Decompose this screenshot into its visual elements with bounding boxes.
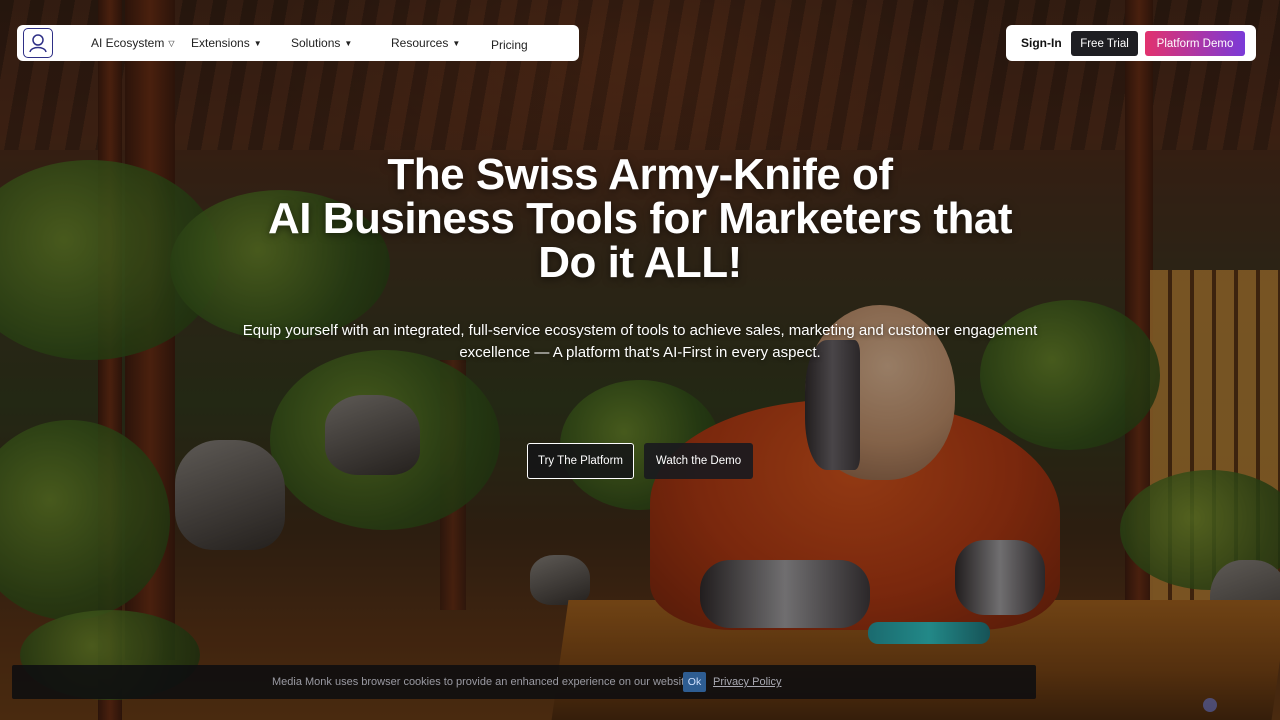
watch-demo-button[interactable]: Watch the Demo: [644, 443, 753, 479]
nav-item-label: Solutions: [291, 36, 341, 50]
try-platform-button[interactable]: Try The Platform: [527, 443, 634, 479]
nav-item-label: Pricing: [491, 38, 528, 52]
caret-down-icon: ▼: [452, 38, 461, 48]
main-navigation: AI Ecosystem ▽ Extensions ▼ Solutions ▼ …: [17, 25, 579, 61]
nav-item-ai-ecosystem[interactable]: AI Ecosystem ▽: [91, 25, 175, 61]
sign-in-link[interactable]: Sign-In: [1021, 25, 1062, 61]
cookie-consent-bar: Media Monk uses browser cookies to provi…: [12, 665, 1036, 699]
privacy-policy-link[interactable]: Privacy Policy: [713, 665, 781, 699]
nav-item-label: Extensions: [191, 36, 250, 50]
hero-title-line: The Swiss Army-Knife of: [387, 150, 893, 199]
nav-item-pricing[interactable]: Pricing: [491, 27, 528, 63]
cookie-notice-text: Media Monk uses browser cookies to provi…: [272, 676, 694, 688]
nav-item-solutions[interactable]: Solutions ▼: [291, 25, 352, 61]
platform-demo-button[interactable]: Platform Demo: [1145, 31, 1245, 56]
nav-item-label: Resources: [391, 36, 449, 50]
hero-subtitle-line: Equip yourself with an integrated, full-…: [242, 322, 1038, 339]
nav-item-resources[interactable]: Resources ▼: [391, 25, 460, 61]
hero-subtitle: Equip yourself with an integrated, full-…: [220, 320, 1060, 364]
caret-down-icon: ▼: [253, 38, 262, 48]
caret-down-icon: ▼: [344, 38, 353, 48]
hero-title: The Swiss Army-Knife of AI Business Tool…: [190, 153, 1090, 285]
hero-title-line: Do it ALL!: [538, 238, 742, 287]
nav-item-extensions[interactable]: Extensions ▼: [191, 25, 262, 61]
chevron-down-icon: ▽: [168, 38, 175, 48]
chat-widget-icon[interactable]: [1203, 698, 1217, 712]
cookie-accept-button[interactable]: Ok: [683, 672, 706, 692]
brand-logo-icon[interactable]: [23, 28, 53, 58]
hero-title-line: AI Business Tools for Marketers that: [267, 194, 1013, 243]
hero-subtitle-line: excellence — A platform that's AI-First …: [459, 344, 821, 361]
nav-item-label: AI Ecosystem: [91, 36, 165, 50]
free-trial-button[interactable]: Free Trial: [1071, 31, 1138, 56]
account-actions: Sign-In Free Trial Platform Demo: [1006, 25, 1256, 61]
